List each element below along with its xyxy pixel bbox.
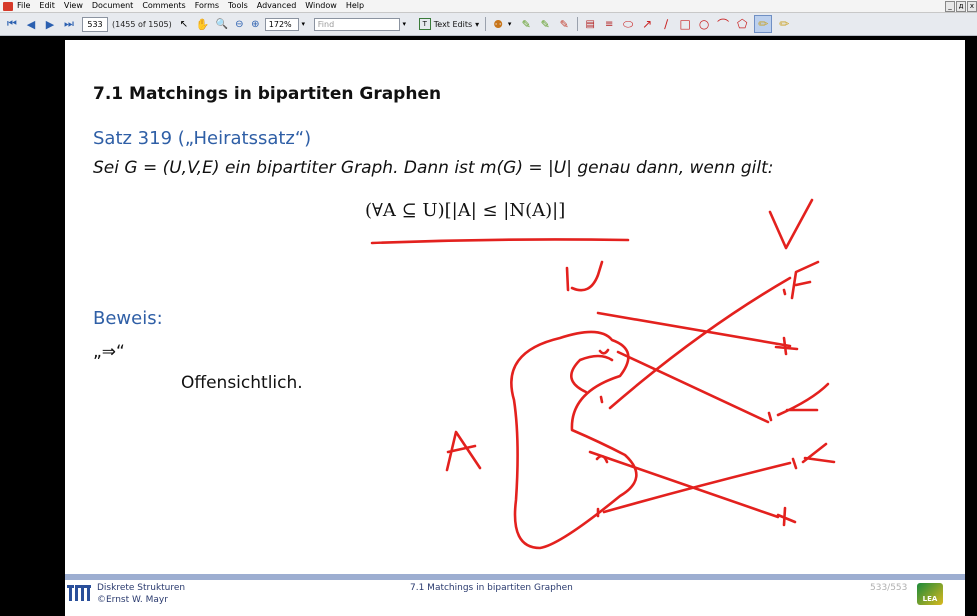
menu-window[interactable]: Window — [305, 0, 337, 12]
slide-footer: Diskrete Strukturen ©Ernst W. Mayr 7.1 M… — [65, 580, 965, 616]
previous-page-icon[interactable]: ◀ — [24, 16, 38, 32]
proof-heading: Beweis: — [93, 308, 163, 329]
text-edits-button[interactable]: T Text Edits ▾ — [418, 18, 480, 30]
stamp-tool-icon[interactable]: ⚉ — [491, 16, 505, 32]
theorem-statement: Sei G = (U,V,E) ein bipartiter Graph. Da… — [93, 158, 774, 178]
menu-view[interactable]: View — [64, 0, 83, 12]
lea-logo: LEA — [917, 583, 943, 605]
menu-document[interactable]: Document — [92, 0, 133, 12]
minimize-button[interactable]: _ — [945, 1, 955, 12]
hand-tool-icon[interactable]: ✋ — [196, 16, 210, 32]
highlight-text-icon[interactable]: ✎ — [519, 16, 533, 32]
find-input[interactable]: Find — [313, 17, 400, 31]
zoom-tool-icon[interactable]: 🔍 — [215, 16, 229, 32]
footer-author: ©Ernst W. Mayr — [97, 595, 168, 605]
menu-edit[interactable]: Edit — [39, 0, 55, 12]
text-edits-label: Text Edits — [433, 19, 473, 29]
zoom-level-input[interactable]: 172% — [264, 17, 299, 31]
footer-course: Diskrete Strukturen — [97, 583, 186, 593]
next-page-icon[interactable]: ▶ — [43, 16, 57, 32]
menu-advanced[interactable]: Advanced — [257, 0, 297, 12]
acrobat-app-icon — [3, 1, 13, 11]
text-edit-icon: T — [418, 18, 431, 30]
window-controls: _ д x — [945, 1, 977, 12]
close-button[interactable]: x — [967, 1, 977, 12]
zoom-out-icon[interactable]: ⊖ — [234, 16, 245, 32]
rectangle-tool-icon[interactable]: □ — [678, 16, 692, 32]
zoom-dropdown-icon[interactable]: ▾ — [299, 18, 308, 31]
toolbar: ⏮ ◀ ▶ ⏭ 533 (1455 of 1505) ↖ ✋ 🔍 ⊖ ⊕ 172… — [0, 13, 977, 36]
last-page-icon[interactable]: ⏭ — [62, 16, 76, 32]
pencil-eraser-icon[interactable]: ✏ — [777, 16, 791, 32]
hall-condition-formula: (∀A ⊆ U)[|A| ≤ |N(A)|] — [365, 200, 566, 221]
tum-logo — [67, 585, 91, 601]
zoom-in-icon[interactable]: ⊕ — [250, 16, 261, 32]
line-tool-icon[interactable]: ∕ — [659, 16, 673, 32]
page-number-input[interactable]: 533 — [82, 16, 108, 32]
menu-forms[interactable]: Forms — [195, 0, 219, 12]
pdf-page: 7.1 Matchings in bipartiten Graphen Satz… — [65, 40, 965, 616]
callout-icon[interactable]: ≡ — [602, 16, 616, 32]
find-dropdown-icon[interactable]: ▾ — [400, 18, 409, 31]
proof-text: Offensichtlich. — [181, 373, 303, 393]
underline-text-icon[interactable]: ✎ — [538, 16, 552, 32]
text-edits-dropdown-icon: ▾ — [475, 19, 480, 29]
stamp-dropdown-icon[interactable]: ▾ — [505, 18, 514, 31]
theorem-heading: Satz 319 („Heiratssatz“) — [93, 128, 312, 149]
menu-help[interactable]: Help — [346, 0, 364, 12]
strikethrough-text-icon[interactable]: ✎ — [557, 16, 571, 32]
arrow-tool-icon[interactable]: ↗ — [640, 16, 654, 32]
menu-comments[interactable]: Comments — [142, 0, 185, 12]
text-box-icon[interactable]: ▤ — [583, 16, 597, 32]
direction-label: „⇒“ — [93, 342, 125, 362]
select-tool-icon[interactable]: ↖ — [177, 16, 191, 32]
pencil-tool-icon[interactable]: ✏ — [754, 15, 773, 33]
toolbar-separator — [485, 17, 487, 31]
polygon-line-tool-icon[interactable]: ⌒ — [716, 16, 730, 32]
restore-button[interactable]: д — [956, 1, 966, 12]
footer-page-number: 533/553 — [870, 583, 908, 593]
first-page-icon[interactable]: ⏮ — [5, 16, 19, 32]
menu-file[interactable]: File — [17, 0, 30, 12]
cloud-tool-icon[interactable]: ⬭ — [621, 16, 635, 32]
oval-tool-icon[interactable]: ○ — [697, 16, 711, 32]
section-title: 7.1 Matchings in bipartiten Graphen — [93, 84, 442, 104]
page-count-label: (1455 of 1505) — [112, 19, 172, 29]
footer-section: 7.1 Matchings in bipartiten Graphen — [410, 583, 573, 593]
polygon-tool-icon[interactable]: ⬠ — [735, 16, 749, 32]
toolbar-separator — [577, 17, 579, 31]
menu-bar: File Edit View Document Comments Forms T… — [0, 0, 977, 13]
menu-tools[interactable]: Tools — [228, 0, 248, 12]
